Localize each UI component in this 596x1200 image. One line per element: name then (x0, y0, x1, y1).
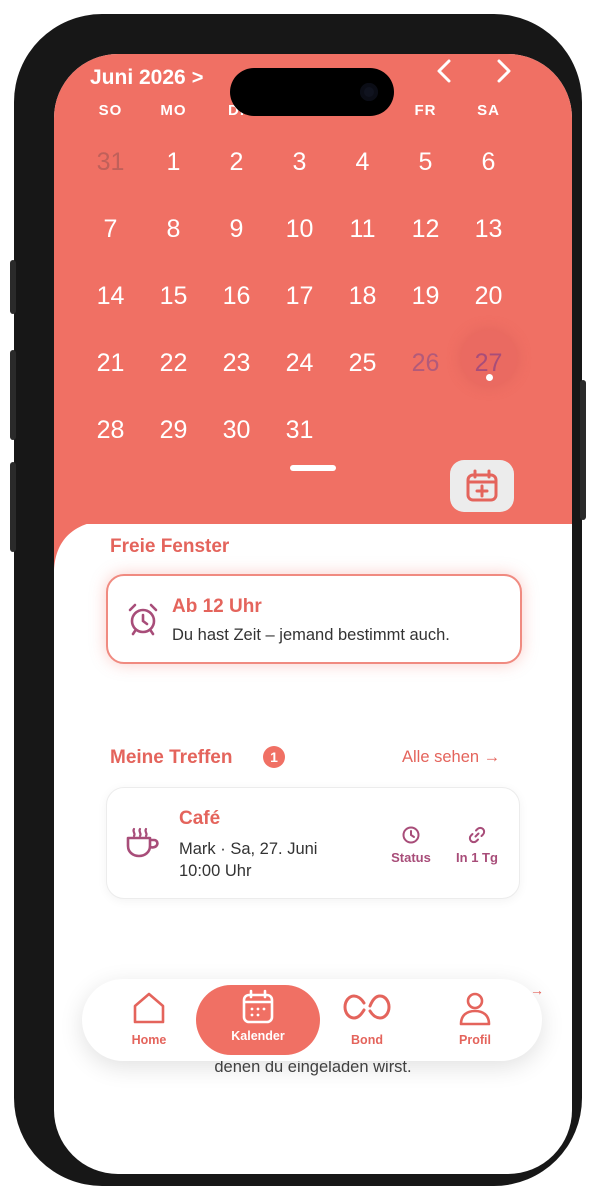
calendar-day[interactable]: 5 (394, 136, 457, 188)
bottom-tab-bar: Home Kalender Bond Profil (82, 979, 542, 1061)
tab-bond-label: Bond (351, 1033, 383, 1047)
meeting-details: Mark · Sa, 27. Juni 10:00 Uhr (179, 838, 349, 882)
next-month-button[interactable] (494, 56, 514, 92)
calendar-day[interactable]: 16 (205, 270, 268, 322)
calendar-day[interactable]: 31 (268, 404, 331, 456)
meeting-remaining-label: In 1 Tg (456, 850, 498, 865)
calendar-day[interactable]: 18 (331, 270, 394, 322)
calendar-day[interactable]: 8 (142, 203, 205, 255)
chevron-left-icon (437, 59, 451, 83)
meeting-link-button[interactable]: In 1 Tg (447, 826, 507, 865)
tab-profile[interactable]: Profil (430, 979, 520, 1061)
calendar-day-today[interactable]: 27 (457, 337, 520, 389)
calendar-day[interactable]: 4 (331, 136, 394, 188)
calendar-day[interactable]: 17 (268, 270, 331, 322)
calendar-day[interactable]: 10 (268, 203, 331, 255)
calendar-day[interactable]: 25 (331, 337, 394, 389)
calendar-day[interactable]: 30 (205, 404, 268, 456)
meeting-person-date: Mark · Sa, 27. Juni (179, 840, 318, 858)
volume-down-button (10, 462, 16, 552)
clock-icon (402, 826, 420, 844)
sheet-drag-handle[interactable] (290, 465, 336, 471)
meeting-status-button[interactable]: Status (381, 826, 441, 865)
calendar-day[interactable]: 14 (79, 270, 142, 322)
calendar-day[interactable]: 28 (79, 404, 142, 456)
tab-home[interactable]: Home (104, 979, 194, 1061)
tab-bond[interactable]: Bond (322, 979, 412, 1061)
calendar-day[interactable]: 13 (457, 203, 520, 255)
free-window-title: Ab 12 Uhr (172, 596, 262, 617)
calendar-day[interactable]: 7 (79, 203, 142, 255)
chevron-right-icon: > (191, 67, 204, 89)
month-label: Juni 2026 (90, 66, 186, 89)
phone-frame: Juni 2026> SO MO DI MI DO FR SA 31 1 2 3… (10, 14, 586, 1186)
calendar-day[interactable]: 21 (79, 337, 142, 389)
meeting-card[interactable]: Café Mark · Sa, 27. Juni 10:00 Uhr Statu… (106, 787, 520, 899)
free-windows-title: Freie Fenster (110, 536, 230, 557)
mute-switch (10, 260, 16, 314)
profile-icon (459, 992, 491, 1026)
tab-calendar-label: Kalender (231, 1029, 285, 1043)
weekday-label: SA (477, 102, 500, 119)
coffee-cup-icon (126, 827, 159, 858)
home-icon (133, 992, 165, 1024)
free-window-subtitle: Du hast Zeit – jemand bestimmt auch. (172, 626, 450, 644)
calendar-day[interactable]: 11 (331, 203, 394, 255)
chevron-right-icon (497, 59, 511, 83)
calendar-day[interactable]: 2 (205, 136, 268, 188)
calendar-day[interactable]: 15 (142, 270, 205, 322)
calendar-grid: 31 1 2 3 4 5 6 7 8 9 10 11 12 13 14 15 1… (79, 136, 553, 476)
tab-profile-label: Profil (459, 1033, 491, 1047)
meeting-time: 10:00 Uhr (179, 862, 252, 880)
arrow-right-icon: → (530, 982, 544, 998)
calendar-day[interactable]: 23 (205, 337, 268, 389)
bond-link-icon (343, 994, 391, 1020)
weekday-label: MO (160, 102, 187, 119)
calendar-day[interactable]: 22 (142, 337, 205, 389)
camera (360, 83, 378, 101)
volume-up-button (10, 350, 16, 440)
power-button (580, 380, 586, 520)
calendar-plus-icon (466, 469, 498, 502)
calendar-day[interactable]: 19 (394, 270, 457, 322)
calendar-day[interactable]: 3 (268, 136, 331, 188)
calendar-icon (242, 989, 274, 1024)
link-icon (468, 826, 486, 844)
calendar-day[interactable]: 12 (394, 203, 457, 255)
weekday-label: FR (414, 102, 437, 119)
free-window-card[interactable]: Ab 12 Uhr Du hast Zeit – jemand bestimmt… (106, 574, 522, 664)
event-indicator-dot (486, 374, 493, 381)
month-selector[interactable]: Juni 2026 > (90, 66, 203, 90)
see-all-link[interactable]: Alle sehen → (402, 748, 500, 767)
tab-calendar[interactable]: Kalender (196, 985, 320, 1055)
calendar-day[interactable]: 20 (457, 270, 520, 322)
calendar-day-past[interactable]: 26 (394, 337, 457, 389)
calendar-day[interactable]: 6 (457, 136, 520, 188)
calendar-day[interactable]: 1 (142, 136, 205, 188)
tab-home-label: Home (131, 1033, 167, 1047)
screen: Juni 2026> SO MO DI MI DO FR SA 31 1 2 3… (54, 54, 572, 1174)
calendar-day[interactable]: 29 (142, 404, 205, 456)
meetings-count-badge: 1 (263, 746, 285, 768)
add-event-button[interactable] (450, 460, 514, 512)
weekday-label: SO (98, 102, 123, 119)
meetings-title: Meine Treffen (110, 747, 233, 768)
previous-month-button[interactable] (434, 56, 454, 92)
calendar-day-prev-month[interactable]: 31 (79, 136, 142, 188)
meeting-title: Café (179, 808, 221, 829)
meeting-status-label: Status (391, 850, 431, 865)
alarm-clock-icon (128, 603, 158, 636)
dynamic-island (230, 68, 394, 116)
calendar-day[interactable]: 9 (205, 203, 268, 255)
calendar-day[interactable]: 24 (268, 337, 331, 389)
